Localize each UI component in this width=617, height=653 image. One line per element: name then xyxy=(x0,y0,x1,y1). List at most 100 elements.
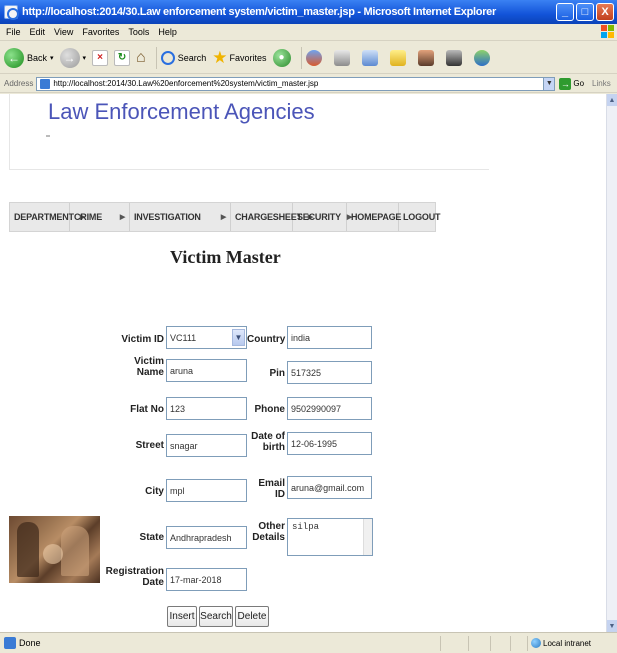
victim-id-value: VC111 xyxy=(170,332,197,343)
search-label: Search xyxy=(177,52,207,63)
dob-input[interactable]: 12-06-1995 xyxy=(287,432,372,455)
flat-no-input[interactable]: 123 xyxy=(166,397,247,420)
nav-security[interactable]: SECURITY ▶ xyxy=(293,203,352,231)
address-input[interactable]: http://localhost:2014/30.Law%20enforceme… xyxy=(36,76,556,91)
country-input[interactable]: india xyxy=(287,326,372,349)
status-divider xyxy=(468,636,469,651)
chevron-right-icon: ▶ xyxy=(119,214,125,221)
email-label: Email ID xyxy=(258,478,285,500)
photo-figure xyxy=(43,544,63,564)
email-input[interactable]: aruna@gmail.com xyxy=(287,476,372,499)
dob-label: Date of birth xyxy=(251,431,285,453)
nav-department[interactable]: DEPARTMENT ▶ xyxy=(10,203,85,231)
nav-label: CRIME xyxy=(74,212,102,222)
page-status-icon xyxy=(4,637,16,649)
menu-view[interactable]: View xyxy=(54,27,73,37)
forward-arrow-icon: → xyxy=(59,47,80,68)
forward-button[interactable]: → ▾ xyxy=(59,47,87,68)
mail-button[interactable] xyxy=(333,49,356,66)
nav-label: CHARGESHEET xyxy=(235,212,302,222)
print-button[interactable] xyxy=(361,49,384,66)
back-arrow-icon: ← xyxy=(4,47,24,68)
refresh-icon: ↻ xyxy=(114,49,131,66)
home-button[interactable]: ⌂ xyxy=(136,49,146,67)
state-input[interactable]: Andhrapradesh xyxy=(166,526,247,549)
nav-label: INVESTIGATION xyxy=(134,212,201,222)
media-button[interactable]: ● xyxy=(272,48,291,67)
nav-crime[interactable]: CRIME ▶ xyxy=(70,203,130,231)
messenger-button[interactable] xyxy=(473,49,496,66)
chevron-down-icon: ▾ xyxy=(82,54,87,62)
country-label: Country xyxy=(247,334,286,345)
edit-button[interactable] xyxy=(389,49,412,66)
page-icon xyxy=(40,78,51,89)
insert-button[interactable]: Insert xyxy=(167,606,197,627)
status-divider xyxy=(440,636,441,651)
menu-tools[interactable]: Tools xyxy=(128,27,149,37)
print-icon xyxy=(361,49,378,66)
back-label: Back xyxy=(27,52,48,63)
scroll-down-icon[interactable]: ▼ xyxy=(607,620,617,632)
nav-homepage[interactable]: HOMEPAGE xyxy=(347,203,402,231)
menu-favorites[interactable]: Favorites xyxy=(82,27,119,37)
toolbar-divider xyxy=(300,46,302,69)
victim-name-input[interactable]: aruna xyxy=(166,359,247,382)
city-label: City xyxy=(145,486,164,497)
scroll-up-icon[interactable]: ▲ xyxy=(607,94,617,106)
menu-file[interactable]: File xyxy=(6,27,21,37)
security-zone: Local intranet xyxy=(531,638,591,648)
nav-chargesheet[interactable]: CHARGESHEET ▶ xyxy=(231,203,313,231)
nav-investigation[interactable]: INVESTIGATION ▶ xyxy=(130,203,231,231)
nav-logout[interactable]: LOGOUT xyxy=(399,203,440,231)
other-details-value: silpa xyxy=(292,522,320,532)
mail-icon xyxy=(333,49,350,66)
textarea-scrollbar[interactable] xyxy=(363,519,372,555)
chevron-right-icon: ▶ xyxy=(220,214,226,221)
close-button[interactable]: X xyxy=(596,3,614,21)
victim-id-label: Victim ID xyxy=(121,334,164,345)
research-button[interactable] xyxy=(445,49,468,66)
registration-date-input[interactable]: 17-mar-2018 xyxy=(166,568,247,591)
star-icon: ★ xyxy=(212,47,228,67)
refresh-button[interactable]: ↻ xyxy=(114,49,131,66)
vertical-scrollbar[interactable]: ▲ ▼ xyxy=(606,94,617,632)
street-input[interactable]: snagar xyxy=(166,434,247,457)
city-input[interactable]: mpl xyxy=(166,479,247,502)
search-button[interactable]: Search xyxy=(199,606,233,627)
back-button[interactable]: ← Back ▾ xyxy=(4,47,54,68)
pin-input[interactable]: 517325 xyxy=(287,361,372,384)
phone-label: Phone xyxy=(254,404,285,415)
toolbar-divider xyxy=(155,46,157,69)
windows-logo-icon xyxy=(601,25,615,39)
discuss-icon xyxy=(417,49,434,66)
menu-help[interactable]: Help xyxy=(158,27,177,37)
nav-label: HOMEPAGE xyxy=(351,212,402,222)
links-button[interactable]: Links xyxy=(592,79,611,88)
victim-name-label: Victim Name xyxy=(134,356,164,378)
main-nav: DEPARTMENT ▶ CRIME ▶ INVESTIGATION ▶ CHARGE… xyxy=(9,202,440,232)
search-button[interactable]: Search xyxy=(160,50,207,65)
status-divider xyxy=(527,636,528,651)
menu-edit[interactable]: Edit xyxy=(30,27,46,37)
state-label: State xyxy=(139,532,164,543)
messenger-icon xyxy=(473,49,490,66)
discuss-button[interactable] xyxy=(417,49,440,66)
address-bar: Address http://localhost:2014/30.Law%20e… xyxy=(0,75,617,93)
nav-label: DEPARTMENT xyxy=(14,212,74,222)
photo-figure xyxy=(61,526,89,576)
window-title: http://localhost:2014/30.Law enforcement… xyxy=(22,6,496,18)
stop-button[interactable]: × xyxy=(92,49,109,66)
victim-id-select[interactable]: VC111 ▼ xyxy=(166,326,247,349)
maximize-button[interactable]: □ xyxy=(576,3,594,21)
chevron-down-icon[interactable]: ▼ xyxy=(543,77,555,90)
ie-icon xyxy=(4,5,19,20)
go-button[interactable]: → Go xyxy=(559,77,585,90)
history-button[interactable] xyxy=(305,49,328,66)
phone-input[interactable]: 9502990097 xyxy=(287,397,372,420)
go-label: Go xyxy=(573,79,585,88)
other-details-textarea[interactable]: silpa xyxy=(287,518,373,556)
delete-button[interactable]: Delete xyxy=(235,606,269,627)
favorites-button[interactable]: ★ Favorites xyxy=(212,48,266,68)
minimize-button[interactable]: _ xyxy=(556,3,574,21)
chevron-down-icon: ▼ xyxy=(232,329,245,346)
